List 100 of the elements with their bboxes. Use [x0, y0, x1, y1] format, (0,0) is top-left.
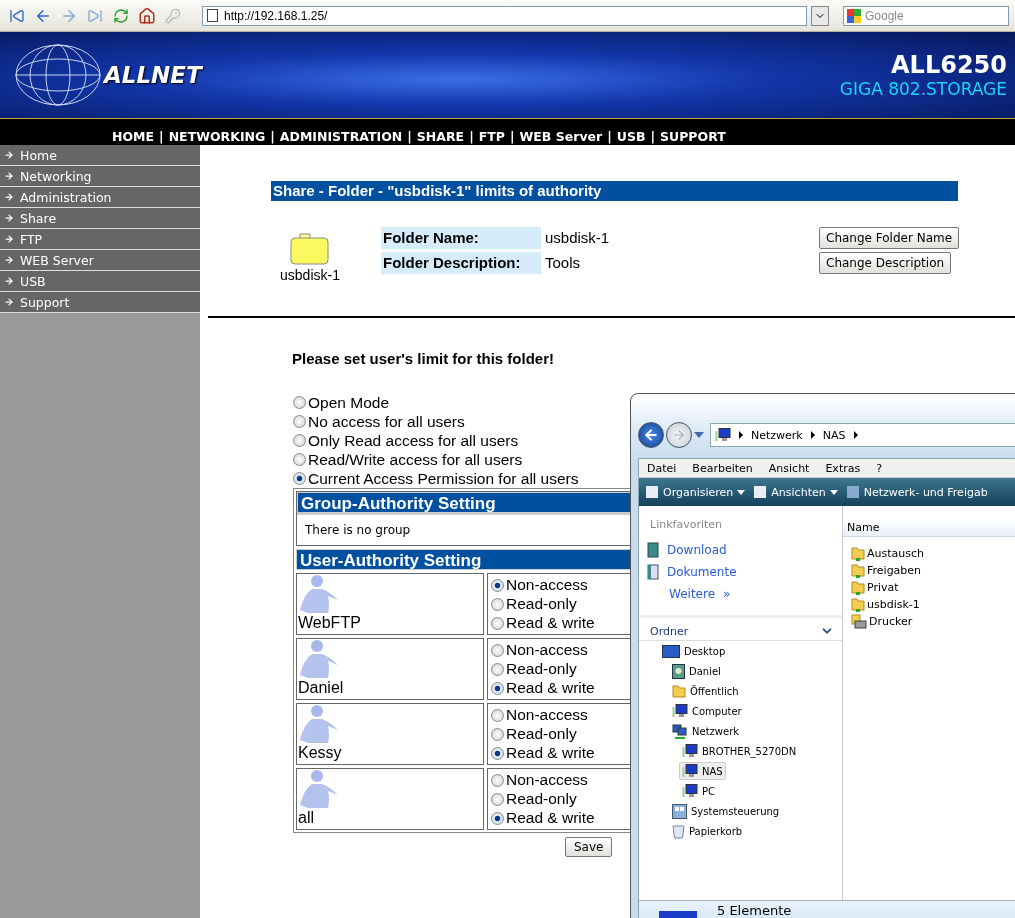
radio-button[interactable] — [293, 453, 306, 466]
arrow-icon — [672, 428, 686, 442]
radio-button[interactable] — [491, 708, 504, 722]
radio-button[interactable] — [491, 727, 504, 741]
nav-link[interactable]: HOME — [112, 129, 155, 144]
recycle-bin-icon — [672, 823, 685, 839]
file-item[interactable]: usbdisk-1 — [843, 596, 1015, 613]
breadcrumb-item[interactable]: Netzwerk — [751, 428, 803, 442]
nav-link[interactable]: ADMINISTRATION — [279, 129, 403, 144]
user-name: all — [298, 809, 315, 826]
nav-link[interactable]: NETWORKING — [168, 129, 266, 144]
radio-button[interactable] — [491, 746, 504, 760]
tree-item[interactable]: PC — [679, 782, 718, 800]
tree-item[interactable]: Systemsteuerung — [669, 802, 783, 820]
radio-button[interactable] — [293, 472, 306, 485]
sidebar-item[interactable]: WEB Server — [0, 250, 200, 271]
sidebar-item[interactable]: Home — [0, 145, 200, 166]
radio-button[interactable] — [491, 643, 504, 657]
radio-button[interactable] — [491, 681, 504, 695]
sidebar-item[interactable]: Administration — [0, 187, 200, 208]
sidebar-item[interactable]: Networking — [0, 166, 200, 187]
tree-item[interactable]: Netzwerk — [669, 722, 743, 740]
caret-icon — [829, 489, 838, 495]
radio-button[interactable] — [491, 662, 504, 676]
page-title: Share - Folder - "usbdisk-1" limits of authority — [271, 181, 958, 201]
menu-item[interactable]: ? — [876, 461, 883, 475]
radio-label: Read & write — [506, 744, 595, 762]
radio-button[interactable] — [293, 415, 306, 428]
sidebar-item[interactable]: Support — [0, 292, 200, 313]
tree-item[interactable]: Öffentlich — [669, 682, 742, 700]
nav-link[interactable]: WEB Server — [519, 129, 603, 144]
radio-button[interactable] — [491, 773, 504, 787]
sidebar-item[interactable]: Share — [0, 208, 200, 229]
change-button[interactable]: Change Description — [819, 252, 952, 274]
radio-button[interactable] — [491, 616, 504, 630]
desktop-icon — [662, 644, 680, 658]
save-button[interactable]: Save — [565, 837, 613, 857]
printer-icon — [851, 614, 867, 629]
radio-button[interactable] — [293, 396, 306, 409]
sidebar-item[interactable]: USB — [0, 271, 200, 292]
file-item[interactable]: Privat — [843, 579, 1015, 596]
radio-button[interactable] — [491, 578, 504, 592]
folder-icon — [290, 233, 330, 265]
address-bar[interactable]: Netzwerk NAS — [710, 423, 1015, 447]
control-panel-icon — [672, 803, 687, 819]
radio-label: Read & write — [506, 809, 595, 827]
url-field[interactable]: http://192.168.1.25/ — [202, 5, 807, 26]
tree-item[interactable]: Daniel — [669, 662, 724, 680]
file-item[interactable]: Drucker — [843, 613, 1015, 630]
nav-link[interactable]: FTP — [478, 129, 505, 144]
tree-item[interactable]: BROTHER_5270DN — [679, 742, 800, 760]
toolbar-button[interactable]: Ansichten — [751, 485, 840, 499]
arrow-icon — [4, 213, 14, 223]
radio-button[interactable] — [491, 811, 504, 825]
file-item[interactable]: Austausch — [843, 545, 1015, 562]
arrow-icon — [4, 297, 14, 307]
search-field[interactable]: Google — [843, 5, 1009, 26]
folders-heading: Ordner — [650, 624, 689, 638]
back-button[interactable] — [638, 422, 664, 448]
column-header[interactable]: Name — [843, 519, 1015, 537]
favorite-link[interactable]: Weitere » — [639, 583, 842, 605]
change-button[interactable]: Change Folder Name — [819, 227, 960, 249]
radio-button[interactable] — [491, 792, 504, 806]
shared-folder-icon — [851, 563, 865, 578]
page-icon — [207, 9, 218, 22]
radio-label: Only Read access for all users — [308, 431, 519, 450]
folder-label: usbdisk-1 — [280, 267, 340, 283]
menu-item[interactable]: Datei — [647, 461, 677, 475]
radio-button[interactable] — [293, 434, 306, 447]
radio-label: Read & write — [506, 614, 595, 632]
radio-label: Non-access — [506, 641, 588, 659]
menu-item[interactable]: Ansicht — [768, 461, 810, 475]
arrow-icon — [4, 276, 14, 286]
chevron-icon — [853, 431, 858, 439]
menu-item[interactable]: Bearbeiten — [692, 461, 753, 475]
user-name: Kessy — [298, 744, 343, 761]
dropdown-button[interactable] — [811, 5, 829, 26]
file-item[interactable]: Freigaben — [843, 562, 1015, 579]
menu-item[interactable]: Extras — [825, 461, 861, 475]
contact-icon — [672, 663, 685, 679]
toolbar-button[interactable]: Netzwerk- und Freigab — [843, 485, 990, 499]
tree-item[interactable]: Desktop — [659, 642, 729, 660]
breadcrumb-item[interactable]: NAS — [822, 428, 846, 442]
nav-link[interactable]: SHARE — [416, 129, 465, 144]
tree-item[interactable]: Computer — [669, 702, 745, 720]
toolbar-button[interactable]: Organisieren — [643, 485, 748, 499]
nav-link[interactable]: USB — [616, 129, 646, 144]
radio-button[interactable] — [491, 597, 504, 611]
tree-item[interactable]: Papierkorb — [669, 822, 746, 840]
nav-separator: | — [469, 129, 474, 144]
nav-separator: | — [159, 129, 164, 144]
radio-label: Read-only — [506, 725, 577, 743]
model-name: ALL6250 — [891, 51, 1007, 79]
nav-link[interactable]: SUPPORT — [660, 129, 726, 144]
tree-item[interactable]: NAS — [679, 762, 726, 780]
user-name: Daniel — [298, 679, 345, 696]
forward-button[interactable] — [666, 422, 692, 448]
arrow-icon — [4, 171, 14, 181]
sidebar-item[interactable]: FTP — [0, 229, 200, 250]
product-subtitle: GIGA 802.STORAGE — [839, 79, 1007, 99]
